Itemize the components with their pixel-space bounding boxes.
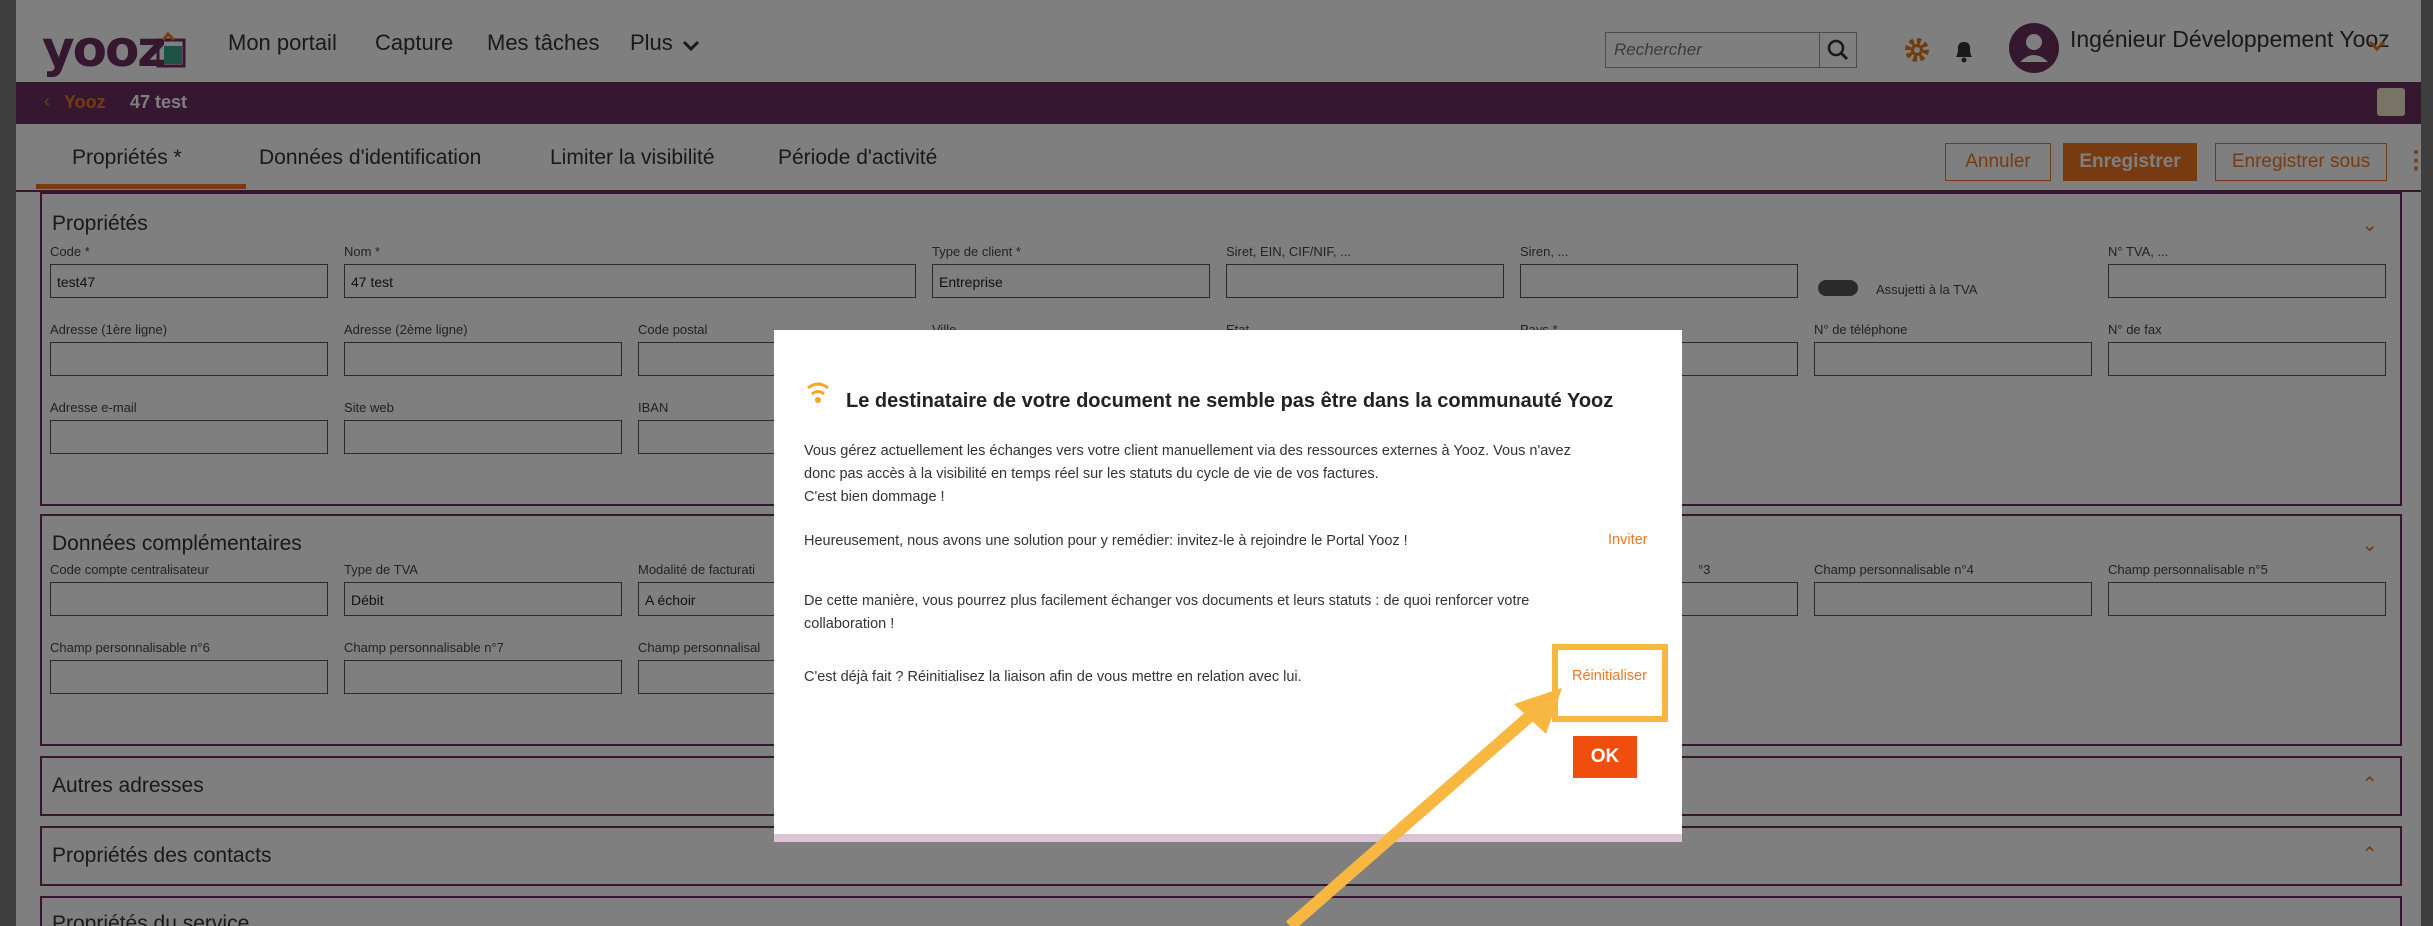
dialog-title: Le destinataire de votre document ne sem… <box>846 390 1614 412</box>
dialog-paragraph-2: Heureusement, nous avons une solution po… <box>804 533 1408 549</box>
wifi-icon <box>807 382 829 403</box>
pointer-arrow-icon <box>1286 688 1562 926</box>
dialog-paragraph-3: De cette manière, vous pourrez plus faci… <box>804 590 1529 636</box>
dialog-line: Vous gérez actuellement les échanges ver… <box>804 443 1571 459</box>
dialog-line: C'est bien dommage ! <box>804 489 945 505</box>
dialog-paragraph-4: C'est déjà fait ? Réinitialisez la liais… <box>804 669 1302 685</box>
dialog-line: De cette manière, vous pourrez plus faci… <box>804 593 1530 609</box>
dialog-line: donc pas accès à la visibilité en temps … <box>804 466 1379 482</box>
invite-link[interactable]: Inviter <box>1608 532 1648 548</box>
dialog-paragraph-1: Vous gérez actuellement les échanges ver… <box>804 440 1571 509</box>
dialog-line: collaboration ! <box>804 616 895 632</box>
